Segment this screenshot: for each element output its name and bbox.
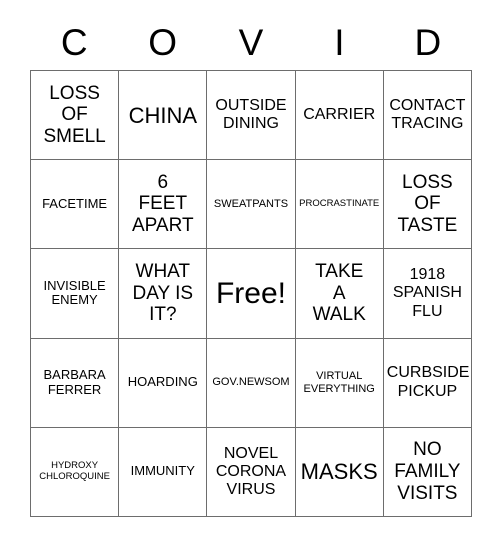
bingo-cell-r5c4[interactable]: MASKS bbox=[295, 427, 384, 517]
bingo-cell-r5c1[interactable]: HYDROXY CHLOROQUINE bbox=[31, 427, 120, 517]
bingo-cell-label: NO FAMILY VISITS bbox=[394, 439, 461, 504]
bingo-cell-label: LOSS OF TASTE bbox=[397, 171, 458, 237]
bingo-cell-label: 1918 SPANISH FLU bbox=[392, 266, 462, 320]
bingo-cell-r2c3[interactable]: SWEATPANTS bbox=[207, 160, 296, 250]
bingo-cell-label: INVISIBLE ENEMY bbox=[43, 277, 106, 308]
bingo-cell-r4c3[interactable]: GOV.NEWSOM bbox=[207, 338, 296, 428]
bingo-cell-r4c2[interactable]: HOARDING bbox=[119, 338, 208, 428]
bingo-header-letter-4: I bbox=[334, 21, 345, 63]
bingo-cell-r2c4[interactable]: PROCRASTINATE bbox=[295, 160, 384, 250]
bingo-cell-label: PROCRASTINATE bbox=[299, 197, 380, 209]
bingo-cell-r1c1[interactable]: LOSS OF SMELL bbox=[31, 71, 120, 161]
bingo-cell-label: HOARDING bbox=[127, 374, 198, 390]
bingo-cell-label: CURBSIDE PICKUP bbox=[386, 364, 470, 400]
bingo-cell-label: BARBARA FERRER bbox=[43, 366, 106, 397]
bingo-cell-r5c5[interactable]: NO FAMILY VISITS bbox=[383, 427, 472, 517]
bingo-cell-r3c4[interactable]: TAKE A WALK bbox=[295, 249, 384, 339]
bingo-cell-label: MASKS bbox=[300, 459, 378, 485]
bingo-header-letter-2: O bbox=[148, 21, 177, 63]
bingo-cell-r2c5[interactable]: LOSS OF TASTE bbox=[383, 160, 472, 250]
bingo-cell-r1c2[interactable]: CHINA bbox=[119, 71, 208, 161]
bingo-grid: LOSS OF SMELL CHINA OUTSIDE DINING CARRIER C… bbox=[30, 70, 472, 517]
bingo-cell-label: Free! bbox=[215, 276, 286, 310]
bingo-cell-r2c1[interactable]: FACETIME bbox=[31, 160, 120, 250]
bingo-cell-label: WHAT DAY IS IT? bbox=[132, 261, 194, 326]
bingo-free-cell[interactable]: Free! bbox=[207, 249, 296, 339]
bingo-header-letter-5: D bbox=[414, 21, 442, 63]
bingo-cell-r1c3[interactable]: OUTSIDE DINING bbox=[207, 71, 296, 161]
bingo-cell-r1c4[interactable]: CARRIER bbox=[295, 71, 384, 161]
bingo-card: C O V I D LOSS OF SMELL CHINA OUTSIDE DINING CA… bbox=[0, 0, 500, 544]
bingo-cell-r3c2[interactable]: WHAT DAY IS IT? bbox=[119, 249, 208, 339]
bingo-cell-label: IMMUNITY bbox=[130, 463, 195, 479]
bingo-cell-label: TAKE A WALK bbox=[312, 261, 366, 326]
bingo-cell-r3c1[interactable]: INVISIBLE ENEMY bbox=[31, 249, 120, 339]
bingo-cell-label: CHINA bbox=[128, 102, 198, 128]
bingo-cell-r1c5[interactable]: CONTACT TRACING bbox=[383, 71, 472, 161]
bingo-cell-label: SWEATPANTS bbox=[213, 198, 289, 211]
bingo-cell-label: OUTSIDE DINING bbox=[215, 96, 287, 133]
bingo-cell-label: GOV.NEWSOM bbox=[212, 376, 290, 389]
bingo-cell-label: CARRIER bbox=[303, 105, 376, 123]
bingo-header: COVID bbox=[30, 14, 472, 70]
bingo-cell-label: NOVEL CORONA VIRUS bbox=[215, 444, 287, 498]
bingo-cell-label: LOSS OF SMELL bbox=[43, 82, 106, 147]
bingo-cell-r4c4[interactable]: VIRTUAL EVERYTHING bbox=[295, 338, 384, 428]
bingo-cell-r4c5[interactable]: CURBSIDE PICKUP bbox=[383, 338, 472, 428]
bingo-header-letter-1: C bbox=[60, 21, 88, 63]
bingo-cell-label: HYDROXY CHLOROQUINE bbox=[39, 460, 110, 482]
bingo-cell-r5c2[interactable]: IMMUNITY bbox=[119, 427, 208, 517]
bingo-cell-label: VIRTUAL EVERYTHING bbox=[303, 370, 375, 395]
bingo-header-letter-3: V bbox=[238, 21, 264, 63]
bingo-cell-r4c1[interactable]: BARBARA FERRER bbox=[31, 338, 120, 428]
bingo-cell-r5c3[interactable]: NOVEL CORONA VIRUS bbox=[207, 427, 296, 517]
bingo-cell-label: 6 FEET APART bbox=[131, 171, 194, 237]
bingo-cell-r2c2[interactable]: 6 FEET APART bbox=[119, 160, 208, 250]
bingo-cell-label: CONTACT TRACING bbox=[389, 96, 466, 133]
bingo-cell-r3c5[interactable]: 1918 SPANISH FLU bbox=[383, 249, 472, 339]
bingo-cell-label: FACETIME bbox=[42, 195, 108, 211]
